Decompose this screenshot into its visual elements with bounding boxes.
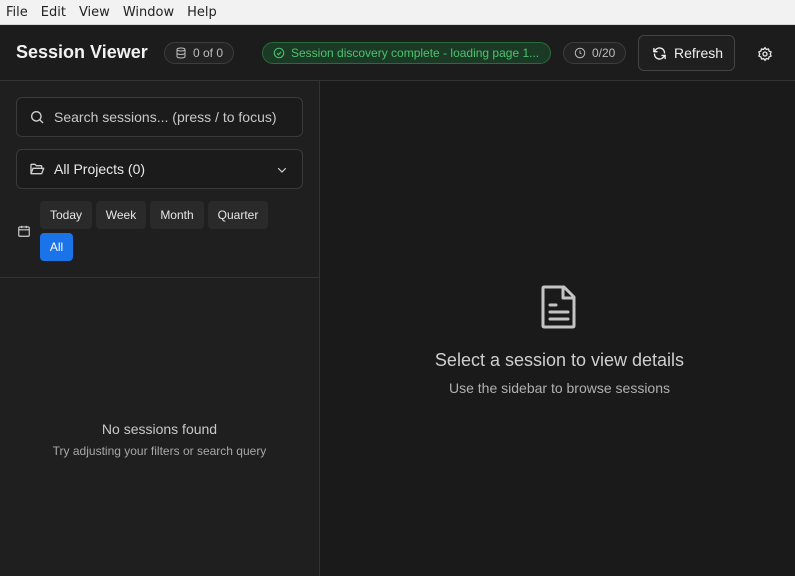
refresh-icon — [653, 46, 666, 60]
range-week-button[interactable]: Week — [96, 201, 146, 229]
sidebar: All Projects (0) Today Week Month Quarte… — [0, 81, 320, 576]
detail-empty-subtitle: Use the sidebar to browse sessions — [449, 380, 670, 396]
menu-help[interactable]: Help — [187, 5, 217, 20]
page-progress-text: 0/20 — [592, 46, 616, 60]
menu-file[interactable]: File — [6, 5, 28, 20]
search-input[interactable] — [54, 109, 294, 125]
session-count-text: 0 of 0 — [193, 46, 224, 60]
detail-empty-title: Select a session to view details — [434, 350, 685, 370]
sessions-empty-title: No sessions found — [101, 421, 218, 437]
status-badge: Session discovery complete - loading pag… — [262, 42, 551, 64]
range-today-button[interactable]: Today — [40, 201, 92, 229]
folder-icon — [30, 163, 45, 175]
search-box[interactable] — [16, 97, 303, 137]
menu-window[interactable]: Window — [123, 5, 174, 20]
database-icon — [176, 47, 186, 59]
range-month-button[interactable]: Month — [150, 201, 204, 229]
detail-panel: Select a session to view details Use the… — [320, 81, 795, 576]
sidebar-divider — [0, 277, 319, 278]
sessions-empty-subtitle: Try adjusting your filters or search que… — [52, 444, 267, 458]
gear-icon — [758, 46, 772, 62]
app-header: Session Viewer 0 of 0 Session discovery … — [0, 25, 795, 81]
chevron-down-icon — [277, 167, 287, 173]
refresh-button[interactable]: Refresh — [638, 35, 735, 71]
calendar-icon — [18, 225, 30, 237]
range-all-button[interactable]: All — [40, 233, 73, 261]
page-progress-badge: 0/20 — [563, 42, 626, 64]
project-select-value: All Projects (0) — [54, 161, 146, 177]
menu-view[interactable]: View — [79, 5, 110, 20]
clock-icon — [574, 47, 586, 59]
check-circle-icon — [273, 47, 285, 59]
menu-bar: File Edit View Window Help — [0, 0, 795, 25]
page-title: Session Viewer — [16, 42, 148, 62]
document-icon — [541, 285, 576, 329]
settings-button[interactable] — [752, 41, 778, 67]
project-select[interactable]: All Projects (0) — [16, 149, 303, 189]
search-icon — [31, 111, 44, 124]
range-quarter-button[interactable]: Quarter — [208, 201, 268, 229]
menu-edit[interactable]: Edit — [41, 5, 66, 20]
session-count-badge: 0 of 0 — [164, 42, 234, 64]
refresh-label: Refresh — [674, 45, 724, 61]
status-text: Session discovery complete - loading pag… — [291, 46, 540, 60]
